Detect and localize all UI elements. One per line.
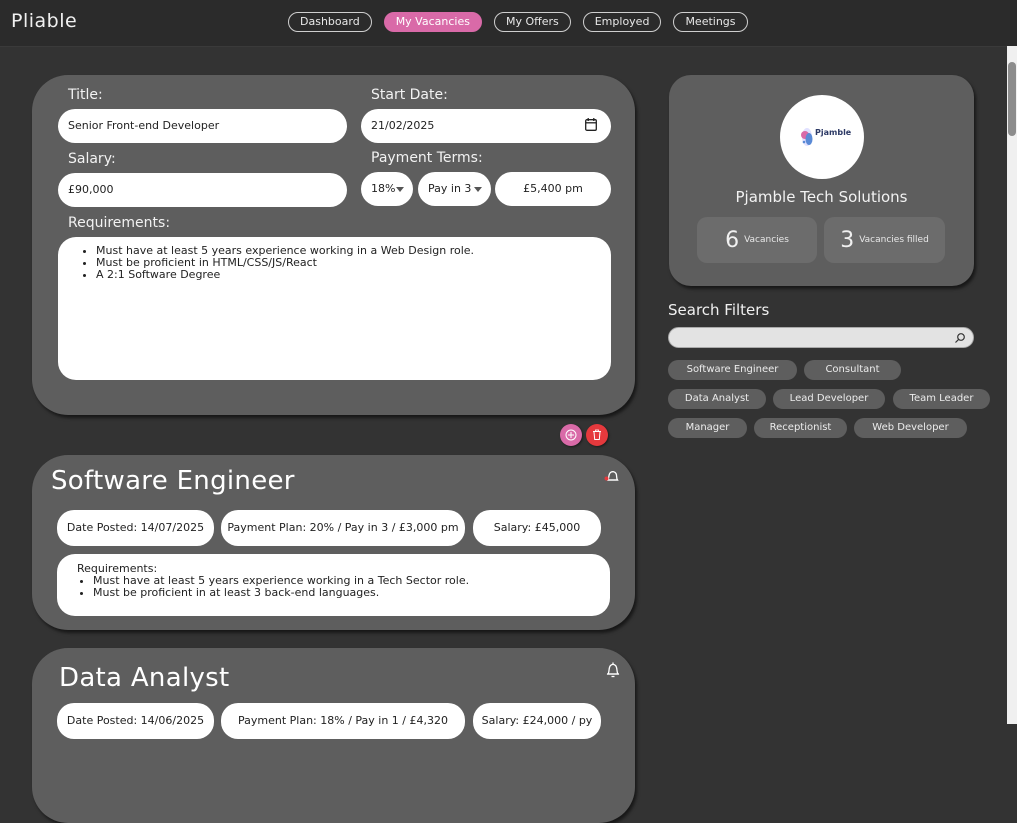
vacancies-filled-stat: 3 Vacancies filled (824, 217, 945, 263)
filter-chip-receptionist[interactable]: Receptionist (754, 418, 847, 438)
nav-meetings[interactable]: Meetings (673, 12, 748, 32)
filled-label: Vacancies filled (859, 235, 929, 245)
percent-value: 18% (371, 182, 396, 195)
bell-icon[interactable] (605, 661, 621, 679)
filter-chip-data-analyst[interactable]: Data Analyst (668, 389, 766, 409)
salary-pill: Salary: £45,000 (473, 510, 601, 546)
vacancies-count: 6 (725, 227, 740, 253)
start-date-input[interactable]: 21/02/2025 (361, 109, 611, 143)
percent-select[interactable]: 18% (361, 172, 413, 206)
nav-employed[interactable]: Employed (582, 12, 662, 32)
monthly-payment-field[interactable]: £5,400 pm (495, 172, 611, 206)
main-nav: Dashboard My Vacancies My Offers Employe… (288, 12, 748, 32)
filter-chip-manager[interactable]: Manager (668, 418, 747, 438)
filter-chip-team-leader[interactable]: Team Leader (893, 389, 990, 409)
salary-label: Salary: (68, 151, 116, 167)
nav-my-offers[interactable]: My Offers (493, 12, 571, 32)
plus-circle-icon (565, 429, 577, 441)
calendar-icon[interactable] (585, 118, 597, 131)
date-posted-pill: Date Posted: 14/07/2025 (57, 510, 214, 546)
requirement-item: Must be proficient in at least 3 back-en… (93, 587, 596, 599)
filter-chip-lead-developer[interactable]: Lead Developer (773, 389, 885, 409)
top-bar: Pliable Dashboard My Vacancies My Offers… (0, 0, 1017, 47)
company-logo-text: Pjamble (815, 128, 852, 137)
company-logo-image (801, 128, 813, 146)
vacancy-title: Data Analyst (59, 663, 230, 693)
vacancy-card[interactable]: Data Analyst Date Posted: 14/06/2025 Pay… (32, 648, 635, 823)
payment-plan-pill: Payment Plan: 18% / Pay in 1 / £4,320 (221, 703, 465, 739)
search-icon[interactable] (954, 332, 966, 344)
vacancy-title: Software Engineer (51, 466, 295, 496)
payment-terms-label: Payment Terms: (371, 150, 483, 166)
installments-value: Pay in 3 (428, 182, 472, 195)
filter-chip-software-engineer[interactable]: Software Engineer (668, 360, 797, 380)
salary-input[interactable]: £90,000 (58, 173, 347, 207)
add-vacancy-button[interactable] (560, 424, 582, 446)
filled-count: 3 (840, 227, 855, 253)
nav-dashboard[interactable]: Dashboard (288, 12, 372, 32)
search-filters-title: Search Filters (668, 301, 770, 319)
search-input[interactable] (668, 327, 974, 348)
company-name: Pjamble Tech Solutions (735, 188, 908, 206)
title-input[interactable]: Senior Front-end Developer (58, 109, 347, 143)
delete-vacancy-button[interactable] (586, 424, 608, 446)
vacancies-stat: 6 Vacancies (697, 217, 817, 263)
filter-chip-consultant[interactable]: Consultant (804, 360, 901, 380)
bell-notification-icon[interactable] (604, 468, 620, 486)
salary-pill: Salary: £24,000 / py (473, 703, 601, 739)
company-card: Pjamble Pjamble Tech Solutions 6 Vacanci… (669, 75, 974, 286)
trash-icon (593, 429, 601, 440)
title-label: Title: (68, 87, 103, 103)
vacancies-label: Vacancies (744, 235, 789, 245)
installments-select[interactable]: Pay in 3 (418, 172, 491, 206)
vacancy-card[interactable]: Software Engineer Date Posted: 14/07/202… (32, 455, 635, 630)
requirements-box: Requirements: Must have at least 5 years… (57, 554, 610, 616)
date-posted-pill: Date Posted: 14/06/2025 (57, 703, 214, 739)
filter-chip-web-developer[interactable]: Web Developer (854, 418, 967, 438)
page-scrollbar[interactable] (1007, 46, 1017, 724)
nav-my-vacancies[interactable]: My Vacancies (383, 12, 482, 32)
vacancy-form-card: Title: Senior Front-end Developer Start … (32, 75, 635, 415)
start-date-label: Start Date: (371, 87, 448, 103)
requirements-label: Requirements: (68, 215, 171, 231)
requirements-list: Must have at least 5 years experience wo… (78, 245, 597, 281)
chevron-down-icon (474, 187, 482, 192)
requirements-list: Must have at least 5 years experience wo… (77, 575, 596, 599)
payment-plan-pill: Payment Plan: 20% / Pay in 3 / £3,000 pm (221, 510, 465, 546)
requirement-item: A 2:1 Software Degree (96, 269, 597, 281)
scrollbar-thumb[interactable] (1008, 62, 1016, 136)
brand-logo[interactable]: Pliable (11, 10, 77, 32)
company-logo: Pjamble (780, 95, 864, 179)
chevron-down-icon (396, 187, 404, 192)
start-date-value: 21/02/2025 (371, 119, 435, 132)
requirements-textarea[interactable]: Must have at least 5 years experience wo… (58, 237, 611, 380)
